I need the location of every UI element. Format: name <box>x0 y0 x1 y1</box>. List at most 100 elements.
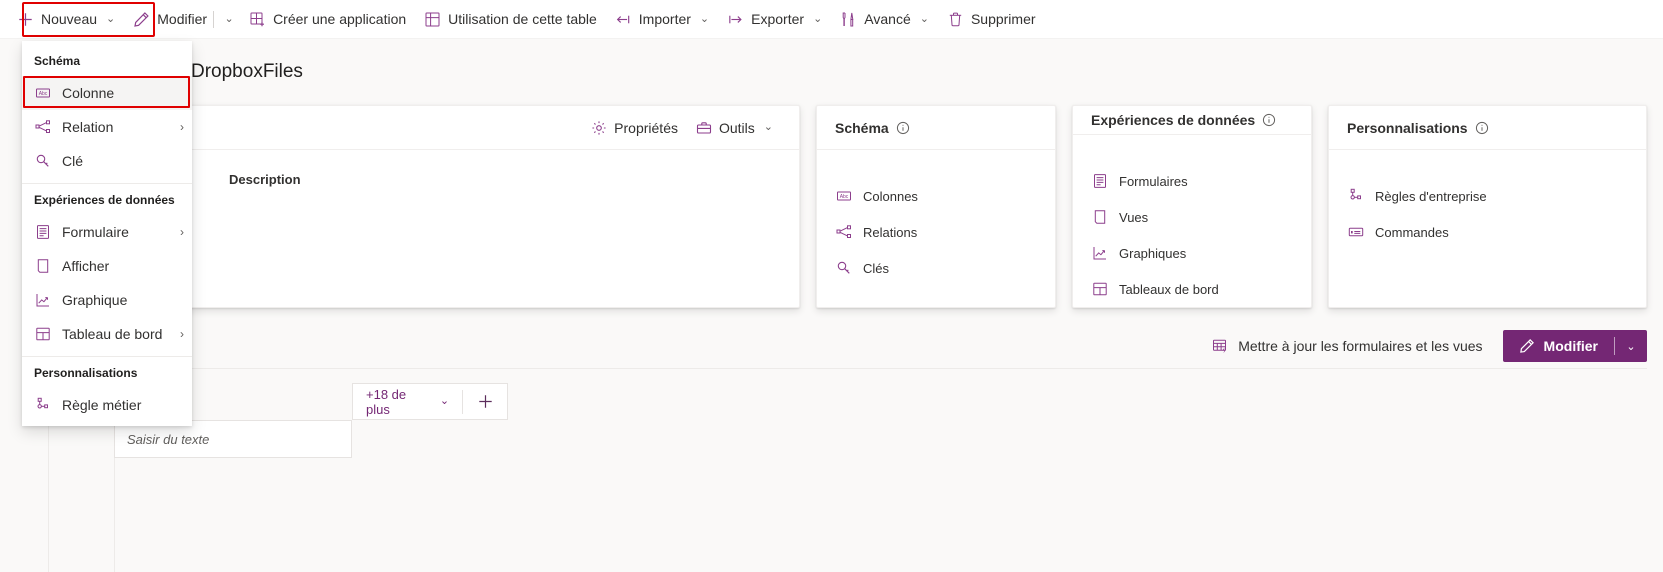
advanced-button[interactable]: Avancé ⌄ <box>831 4 938 35</box>
schema-card-title: Schéma <box>835 119 889 136</box>
import-label: Importer <box>638 11 691 27</box>
edit-button-label: Modifier <box>1543 338 1598 354</box>
menu-item-tableau-de-bord[interactable]: Tableau de bord › <box>22 317 192 351</box>
schema-link-relations[interactable]: Relations <box>835 214 1037 250</box>
export-button[interactable]: Exporter ⌄ <box>718 4 831 35</box>
export-arrow-icon <box>727 11 744 28</box>
data-experiences-card-header: Expériences de données <box>1073 106 1311 135</box>
edit-split-command: Modifier ⌄ <box>124 4 240 35</box>
table-usage-icon <box>424 11 441 28</box>
chevron-down-icon: ⌄ <box>699 12 710 25</box>
delete-button[interactable]: Supprimer <box>938 4 1045 35</box>
menu-item-label: Afficher <box>62 258 110 274</box>
data-experiences-links: Formulaires Vues Graphiques Tableaux de … <box>1091 157 1293 307</box>
left-rail <box>0 39 16 572</box>
menu-item-regle-metier[interactable]: Règle métier <box>22 388 192 422</box>
schema-link-colonnes[interactable]: Abc Colonnes <box>835 178 1037 214</box>
app-root: DropboxFiles Propriétés Outils ⌄ Descrip… <box>0 0 1663 572</box>
chevron-right-icon: › <box>180 327 184 341</box>
chart-icon <box>1091 245 1108 262</box>
menu-item-formulaire[interactable]: Formulaire › <box>22 215 192 249</box>
menu-item-label: Colonne <box>62 85 115 101</box>
chevron-down-icon: ⌄ <box>919 12 929 25</box>
menu-item-cle[interactable]: Clé <box>22 144 192 178</box>
pencil-icon <box>133 11 150 28</box>
customization-link-commands[interactable]: Commandes <box>1347 214 1628 250</box>
edit-button[interactable]: Modifier <box>1503 330 1614 362</box>
menu-item-afficher[interactable]: Afficher <box>22 249 192 283</box>
info-icon[interactable] <box>1475 121 1489 135</box>
customization-link-label: Règles d'entreprise <box>1375 188 1487 204</box>
menu-group-header-data-experiences: Expériences de données <box>34 193 175 207</box>
dashboard-icon <box>34 326 51 343</box>
relation-icon <box>835 224 852 241</box>
customization-link-business-rules[interactable]: Règles d'entreprise <box>1347 178 1628 214</box>
add-column-button[interactable] <box>463 384 507 419</box>
info-icon[interactable] <box>896 121 910 135</box>
data-link-label: Tableaux de bord <box>1119 281 1219 297</box>
schema-card: Schéma Abc Colonnes Relations Clés <box>816 105 1056 308</box>
tools-button[interactable]: Outils ⌄ <box>688 113 781 143</box>
modify-button[interactable]: Modifier <box>124 4 211 35</box>
data-link-formulaires[interactable]: Formulaires <box>1091 163 1293 199</box>
plus-icon <box>17 11 34 28</box>
schema-card-body: Abc Colonnes Relations Clés <box>817 150 1055 307</box>
table-usage-button[interactable]: Utilisation de cette table <box>415 4 606 35</box>
edit-split-button: Modifier ⌄ <box>1502 330 1647 362</box>
create-app-label: Créer une application <box>273 11 407 27</box>
chart-icon <box>34 292 51 309</box>
plus-icon <box>478 395 492 408</box>
customizations-links: Règles d'entreprise Commandes <box>1347 172 1628 250</box>
menu-group-header-customizations: Personnalisations <box>34 366 138 380</box>
delete-label: Supprimer <box>970 11 1036 27</box>
cards-row: Propriétés Outils ⌄ Description Schéma A… <box>32 105 1647 308</box>
update-forms-icon <box>1212 338 1229 355</box>
new-dropdown-menu: Schéma Abc Colonne Relation › Clé Expéri… <box>22 41 192 426</box>
description-block: Description <box>229 172 407 300</box>
chevron-right-icon: › <box>180 120 184 134</box>
menu-item-relation[interactable]: Relation › <box>22 110 192 144</box>
schema-link-label: Clés <box>863 260 890 276</box>
menu-item-label: Clé <box>62 153 84 169</box>
info-icon[interactable] <box>1262 113 1276 127</box>
create-app-button[interactable]: Créer une application <box>240 4 415 35</box>
properties-card-actions: Propriétés Outils ⌄ <box>583 113 781 143</box>
new-button-label: Nouveau <box>41 11 98 27</box>
command-divider <box>213 10 215 28</box>
data-link-label: Graphiques <box>1119 245 1187 261</box>
menu-item-colonne[interactable]: Abc Colonne <box>22 76 192 110</box>
data-link-tableaux-de-bord[interactable]: Tableaux de bord <box>1091 271 1293 307</box>
chevron-down-icon: ⌄ <box>439 395 450 407</box>
update-forms-views-label: Mettre à jour les formulaires et les vue… <box>1238 338 1483 354</box>
import-button[interactable]: Importer ⌄ <box>606 4 718 35</box>
modify-dropdown-toggle[interactable]: ⌄ <box>216 4 240 35</box>
column-abc-icon: Abc <box>34 85 51 102</box>
chevron-down-icon: ⌄ <box>106 12 116 25</box>
edit-dropdown-toggle[interactable]: ⌄ <box>1615 330 1647 362</box>
properties-button[interactable]: Propriétés <box>583 113 686 143</box>
app-grid-icon <box>249 11 266 28</box>
data-experiences-card: Expériences de données Formulaires Vues … <box>1072 105 1312 308</box>
data-link-graphiques[interactable]: Graphiques <box>1091 235 1293 271</box>
svg-text:Abc: Abc <box>839 194 848 200</box>
schema-link-cles[interactable]: Clés <box>835 250 1037 286</box>
schema-links: Abc Colonnes Relations Clés <box>835 172 1037 286</box>
data-link-vues[interactable]: Vues <box>1091 199 1293 235</box>
gear-icon <box>591 120 607 136</box>
menu-item-label: Relation <box>62 119 114 135</box>
customizations-card-body: Règles d'entreprise Commandes <box>1329 150 1646 307</box>
update-forms-views-button[interactable]: Mettre à jour les formulaires et les vue… <box>1202 330 1492 362</box>
modify-button-label: Modifier <box>157 11 208 27</box>
new-button[interactable]: Nouveau ⌄ <box>8 4 124 35</box>
more-columns-button[interactable]: +18 de plus ⌄ <box>353 384 462 419</box>
business-rule-icon <box>1347 188 1364 205</box>
data-experiences-card-title: Expériences de données <box>1091 112 1256 128</box>
tools-button-label: Outils <box>718 119 755 136</box>
section-actions: Mettre à jour les formulaires et les vue… <box>1202 330 1647 362</box>
menu-item-graphique[interactable]: Graphique <box>22 283 192 317</box>
customizations-card-header: Personnalisations <box>1329 106 1646 150</box>
key-icon <box>34 153 51 170</box>
schema-link-label: Relations <box>863 224 918 240</box>
customizations-card: Personnalisations Règles d'entreprise Co… <box>1328 105 1647 308</box>
page-title: DropboxFiles <box>191 61 303 82</box>
